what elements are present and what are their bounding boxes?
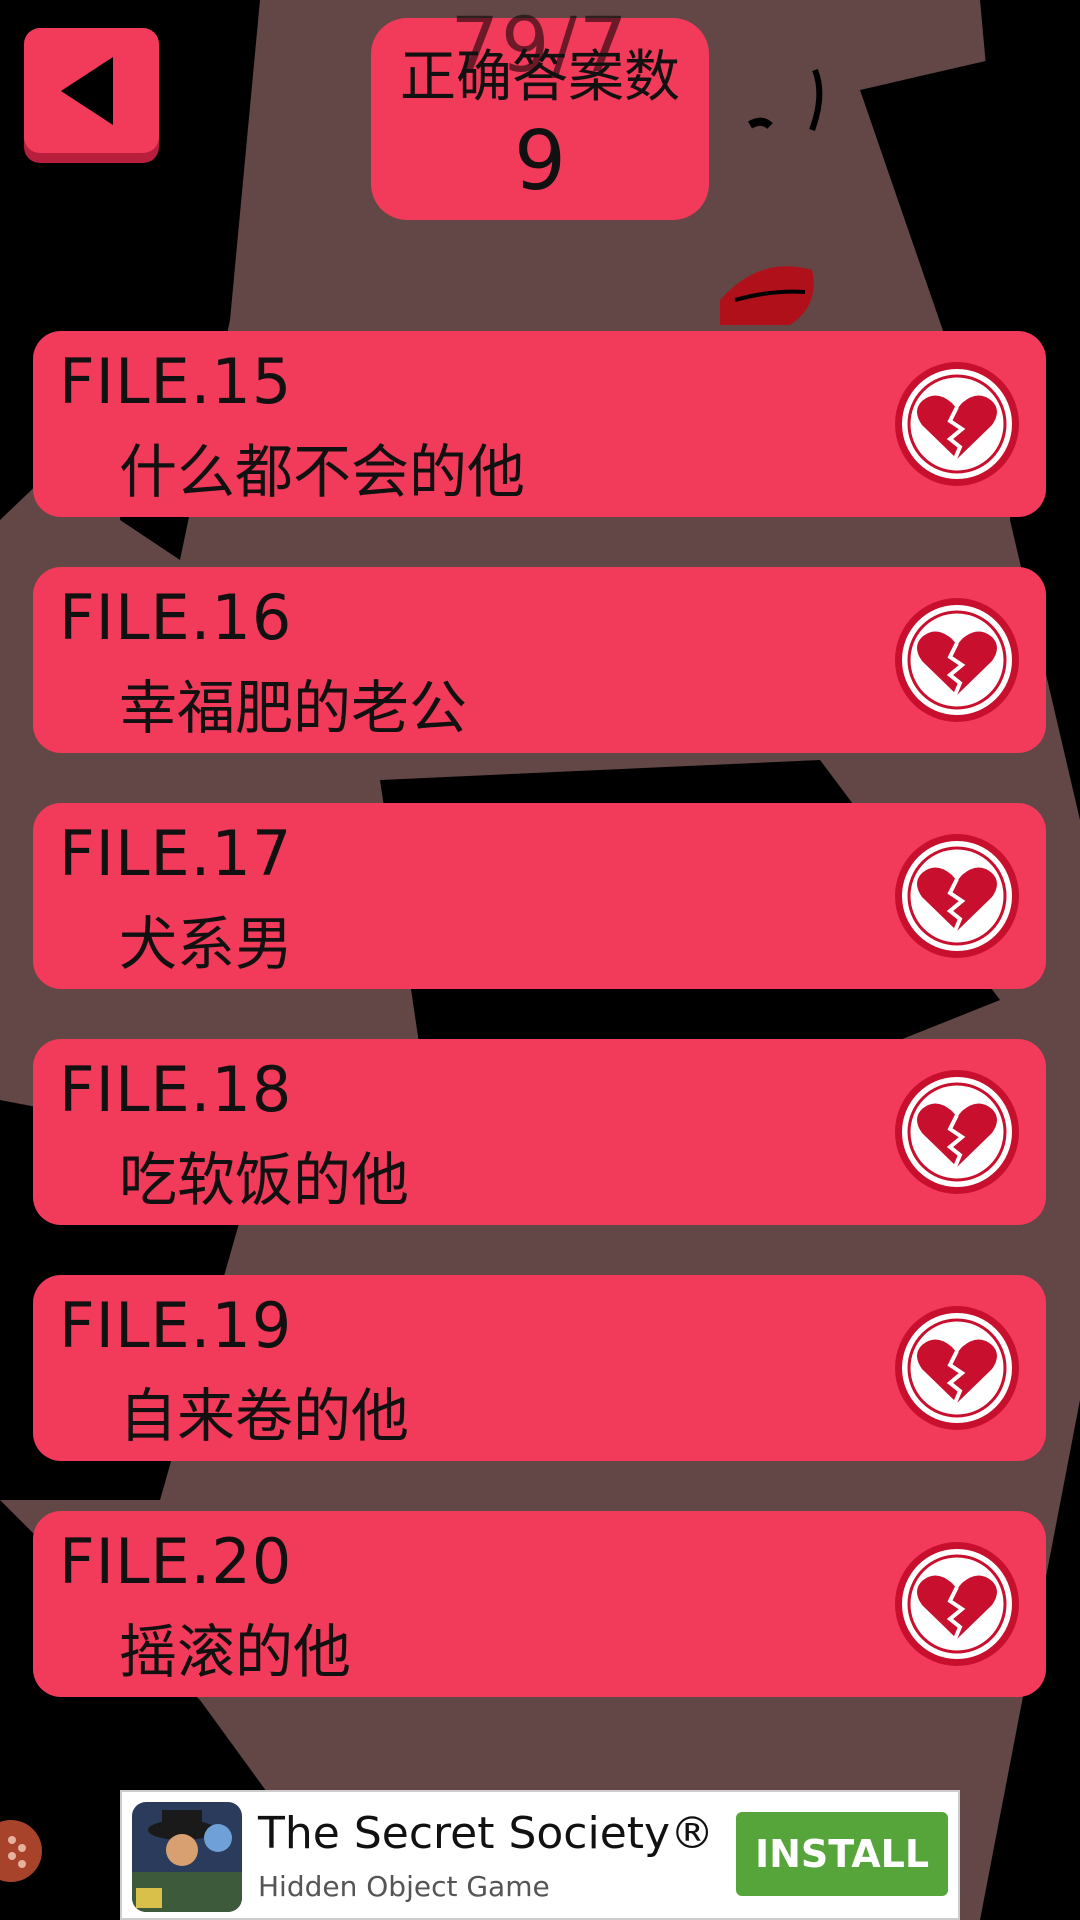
file-list: FILE.15 什么都不会的他 FILE.16 幸福肥的老公 FILE.17 犬… bbox=[33, 331, 1046, 1747]
dots-icon bbox=[8, 1836, 26, 1868]
file-title: 犬系男 bbox=[119, 910, 294, 978]
correct-answers-count: 9 bbox=[513, 114, 567, 209]
game-screen: 79/7 正确答案数 9 FILE.15 什么都不会的他 FILE.16 幸福肥… bbox=[0, 0, 1080, 1920]
broken-heart-icon bbox=[895, 1070, 1019, 1194]
file-item-16[interactable]: FILE.16 幸福肥的老公 bbox=[33, 567, 1046, 753]
broken-heart-icon bbox=[895, 1542, 1019, 1666]
broken-heart-icon bbox=[895, 362, 1019, 486]
back-arrow-icon bbox=[60, 56, 113, 125]
file-title: 摇滚的他 bbox=[119, 1618, 352, 1686]
file-title: 自来卷的他 bbox=[119, 1382, 410, 1450]
file-title: 什么都不会的他 bbox=[119, 438, 526, 506]
file-code: FILE.17 bbox=[59, 817, 293, 890]
file-item-18[interactable]: FILE.18 吃软饭的他 bbox=[33, 1039, 1046, 1225]
ad-banner[interactable]: The Secret Society® Hidden Object Game I… bbox=[120, 1790, 960, 1920]
install-button[interactable]: INSTALL bbox=[736, 1812, 948, 1896]
broken-heart-icon bbox=[895, 598, 1019, 722]
score-panel: 79/7 正确答案数 9 bbox=[371, 0, 709, 220]
file-item-20[interactable]: FILE.20 摇滚的他 bbox=[33, 1511, 1046, 1697]
broken-heart-icon bbox=[895, 834, 1019, 958]
file-item-17[interactable]: FILE.17 犬系男 bbox=[33, 803, 1046, 989]
file-item-15[interactable]: FILE.15 什么都不会的他 bbox=[33, 331, 1046, 517]
file-code: FILE.15 bbox=[59, 345, 293, 418]
game-app-icon bbox=[132, 1802, 242, 1912]
back-button[interactable] bbox=[24, 28, 159, 153]
file-code: FILE.20 bbox=[59, 1525, 293, 1598]
file-code: FILE.16 bbox=[59, 581, 293, 654]
ad-subtitle: Hidden Object Game bbox=[258, 1870, 550, 1903]
file-code: FILE.18 bbox=[59, 1053, 293, 1126]
file-code: FILE.19 bbox=[59, 1289, 293, 1362]
file-title: 幸福肥的老公 bbox=[119, 674, 468, 742]
file-title: 吃软饭的他 bbox=[119, 1146, 410, 1214]
file-item-19[interactable]: FILE.19 自来卷的他 bbox=[33, 1275, 1046, 1461]
broken-heart-icon bbox=[895, 1306, 1019, 1430]
ad-title: The Secret Society® bbox=[258, 1808, 715, 1859]
floating-menu-button[interactable] bbox=[0, 1820, 42, 1882]
correct-answers-label: 正确答案数 bbox=[400, 45, 680, 110]
